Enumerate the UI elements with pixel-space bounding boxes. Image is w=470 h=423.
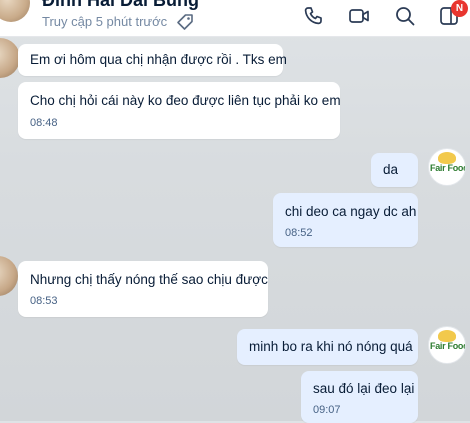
message-bubble-outgoing[interactable]: minh bo ra khi nó nóng quá: [237, 329, 418, 365]
contact-avatar[interactable]: [0, 0, 30, 22]
message-text: Em ơi hôm qua chị nhận được rồi . Tks em: [30, 52, 287, 67]
contact-name[interactable]: Đinh Hải Dai Bùng: [42, 0, 199, 11]
message-bubble-incoming[interactable]: Em ơi hôm qua chị nhận được rồi . Tks em: [18, 44, 287, 76]
chat-header: Đinh Hải Dai Bùng Truy cập 5 phút trước …: [0, 0, 470, 37]
tag-icon[interactable]: [176, 13, 194, 31]
message-bubble-incoming[interactable]: Nhưng chị thấy nóng thế sao chịu được 08…: [18, 261, 268, 317]
search-icon[interactable]: [394, 5, 416, 27]
video-call-icon[interactable]: [348, 5, 370, 27]
message-time: 08:53: [30, 295, 58, 307]
logo-text: Fair Food: [430, 341, 466, 351]
contact-avatar-small[interactable]: [0, 38, 20, 78]
message-text: chi deo ca ngay dc ah: [285, 204, 417, 219]
sender-logo-avatar[interactable]: Fair Food: [428, 326, 466, 364]
message-text: Nhưng chị thấy nóng thế sao chịu được: [30, 272, 268, 287]
notification-badge: N: [451, 0, 468, 17]
message-time: 08:52: [285, 227, 313, 239]
message-bubble-incoming[interactable]: Cho chị hỏi cái này ko đeo được liên tục…: [18, 82, 341, 139]
message-text: sau đó lại đeo lại: [313, 381, 415, 396]
last-seen-status: Truy cập 5 phút trước: [42, 14, 168, 29]
message-bubble-outgoing[interactable]: da: [371, 153, 418, 187]
message-text: da: [383, 162, 399, 177]
message-bubble-outgoing[interactable]: chi deo ca ngay dc ah 08:52: [273, 193, 418, 247]
sender-logo-avatar[interactable]: Fair Food: [428, 148, 466, 186]
contact-avatar-small[interactable]: [0, 256, 18, 296]
message-time: 08:48: [30, 117, 58, 129]
message-text: Cho chị hỏi cái này ko đeo được liên tục…: [30, 93, 341, 108]
message-text: minh bo ra khi nó nóng quá: [249, 339, 413, 354]
message-time: 09:07: [313, 404, 341, 416]
logo-text: Fair Food: [430, 163, 466, 173]
phone-icon[interactable]: [302, 5, 324, 27]
message-bubble-outgoing[interactable]: sau đó lại đeo lại 09:07: [301, 371, 418, 423]
